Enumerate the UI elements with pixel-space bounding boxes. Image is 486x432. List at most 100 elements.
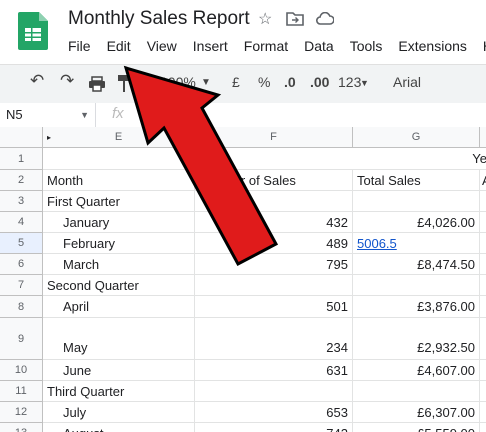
sales-count-cell[interactable]: 489	[195, 233, 353, 254]
header-cell-total-sales[interactable]: Total Sales	[353, 170, 480, 191]
sales-count-cell[interactable]: 795	[195, 254, 353, 275]
total-sales-cell[interactable]: £4,026.00	[353, 212, 480, 233]
grid-cell[interactable]	[480, 402, 486, 423]
name-box-value[interactable]: N5	[6, 107, 23, 122]
sales-count-cell[interactable]: 653	[195, 402, 353, 423]
grid-cell[interactable]	[480, 360, 486, 381]
menu-tools[interactable]: Tools	[350, 38, 383, 58]
column-header-e[interactable]: ▸ E	[43, 127, 195, 148]
total-sales-cell[interactable]	[353, 381, 480, 402]
chevron-down-icon[interactable]: ▼	[360, 78, 369, 88]
row-header[interactable]: 9	[0, 318, 43, 360]
sales-count-cell[interactable]: 432	[195, 212, 353, 233]
sales-count-cell[interactable]: 631	[195, 360, 353, 381]
undo-icon[interactable]: ↶	[30, 71, 44, 91]
menu-extensions[interactable]: Extensions	[398, 38, 466, 58]
total-sales-cell[interactable]: £2,932.50	[353, 318, 480, 360]
month-cell[interactable]: Third Quarter	[43, 381, 195, 402]
grid-cell[interactable]	[480, 191, 486, 212]
total-sales-cell[interactable]: £3,876.00	[353, 296, 480, 318]
cloud-status-icon[interactable]	[316, 12, 334, 25]
month-cell[interactable]: April	[43, 296, 195, 318]
redo-icon[interactable]: ↷	[60, 71, 74, 91]
month-cell[interactable]: August	[43, 423, 195, 432]
sheets-logo-icon[interactable]	[18, 12, 48, 50]
month-cell[interactable]: May	[43, 318, 195, 360]
grid-cell[interactable]	[480, 318, 486, 360]
chevron-down-icon[interactable]: ▼	[80, 103, 89, 127]
grid-cell[interactable]	[480, 212, 486, 233]
row-header[interactable]: 12	[0, 402, 43, 423]
zoom-select[interactable]: 100%	[160, 74, 196, 90]
month-cell[interactable]: March	[43, 254, 195, 275]
font-select[interactable]: Arial	[393, 74, 421, 90]
increase-decimal-button[interactable]: .00	[310, 74, 329, 90]
header-cell-next[interactable]: A	[480, 170, 486, 191]
row-header-selected[interactable]: 5	[0, 233, 43, 254]
decrease-decimal-button[interactable]: .0	[284, 74, 296, 90]
menu-view[interactable]: View	[147, 38, 177, 58]
total-sales-link-cell[interactable]: 5006.5	[353, 233, 480, 254]
row-header[interactable]: 13	[0, 423, 43, 432]
row-header[interactable]: 4	[0, 212, 43, 233]
move-folder-icon[interactable]	[286, 11, 304, 26]
total-sales-cell[interactable]: £6,307.00	[353, 402, 480, 423]
sales-count-cell[interactable]	[195, 275, 353, 296]
grid-cell[interactable]	[480, 254, 486, 275]
fx-icon: fx	[112, 105, 124, 122]
column-header-h[interactable]	[480, 127, 486, 148]
sales-count-cell[interactable]: 501	[195, 296, 353, 318]
menu-data[interactable]: Data	[304, 38, 334, 58]
menu-file[interactable]: File	[68, 38, 91, 58]
menu-format[interactable]: Format	[244, 38, 288, 58]
document-title[interactable]: Monthly Sales Report	[68, 8, 250, 30]
paint-format-icon[interactable]	[118, 75, 130, 92]
name-box[interactable]: N5 ▼	[0, 103, 96, 127]
month-cell[interactable]: January	[43, 212, 195, 233]
sales-count-cell[interactable]	[195, 381, 353, 402]
column-header-f[interactable]: F	[195, 127, 353, 148]
total-sales-cell[interactable]: £4,607.00	[353, 360, 480, 381]
chevron-down-icon[interactable]: ▼	[201, 77, 211, 88]
toolbar: ↶ ↷ 100% ▼ £ % .0 .00 123 ▼ Arial	[0, 64, 486, 104]
sales-count-cell[interactable]	[195, 191, 353, 212]
header-cell-number-of-sales[interactable]: Number of Sales	[195, 170, 353, 191]
column-header-g[interactable]: G	[353, 127, 480, 148]
spreadsheet-grid[interactable]: ▸ E F G 1 Ye 2 Month Number of Sales Tot…	[0, 127, 486, 432]
select-all-corner[interactable]	[0, 127, 43, 148]
currency-format-button[interactable]: £	[232, 74, 240, 90]
month-cell[interactable]: June	[43, 360, 195, 381]
menu-insert[interactable]: Insert	[193, 38, 228, 58]
total-sales-cell[interactable]	[353, 275, 480, 296]
percent-format-button[interactable]: %	[258, 74, 270, 90]
row-header[interactable]: 1	[0, 148, 43, 170]
month-cell[interactable]: February	[43, 233, 195, 254]
row-header[interactable]: 3	[0, 191, 43, 212]
month-cell[interactable]: Second Quarter	[43, 275, 195, 296]
row-header[interactable]: 6	[0, 254, 43, 275]
total-sales-cell[interactable]	[353, 191, 480, 212]
star-icon[interactable]: ☆	[258, 9, 272, 29]
total-sales-cell[interactable]: £8,474.50	[353, 254, 480, 275]
row-header[interactable]: 8	[0, 296, 43, 318]
more-formats-button[interactable]: 123	[338, 74, 361, 90]
header-cell-month[interactable]: Month	[43, 170, 195, 191]
grid-cell[interactable]	[480, 423, 486, 432]
menu-edit[interactable]: Edit	[107, 38, 131, 58]
row-header[interactable]: 11	[0, 381, 43, 402]
sales-count-cell[interactable]: 234	[195, 318, 353, 360]
grid-cell[interactable]	[480, 296, 486, 318]
month-cell[interactable]: July	[43, 402, 195, 423]
total-sales-cell[interactable]: £5,559.00	[353, 423, 480, 432]
menu-bar: File Edit View Insert Format Data Tools …	[68, 38, 486, 58]
grid-cell[interactable]	[480, 275, 486, 296]
row-1-overflow-text[interactable]: Ye	[43, 148, 486, 170]
row-header[interactable]: 2	[0, 170, 43, 191]
sales-count-cell[interactable]: 742	[195, 423, 353, 432]
grid-cell[interactable]	[480, 381, 486, 402]
print-icon[interactable]	[88, 76, 106, 92]
row-header[interactable]: 10	[0, 360, 43, 381]
grid-cell[interactable]	[480, 233, 486, 254]
row-header[interactable]: 7	[0, 275, 43, 296]
month-cell[interactable]: First Quarter	[43, 191, 195, 212]
